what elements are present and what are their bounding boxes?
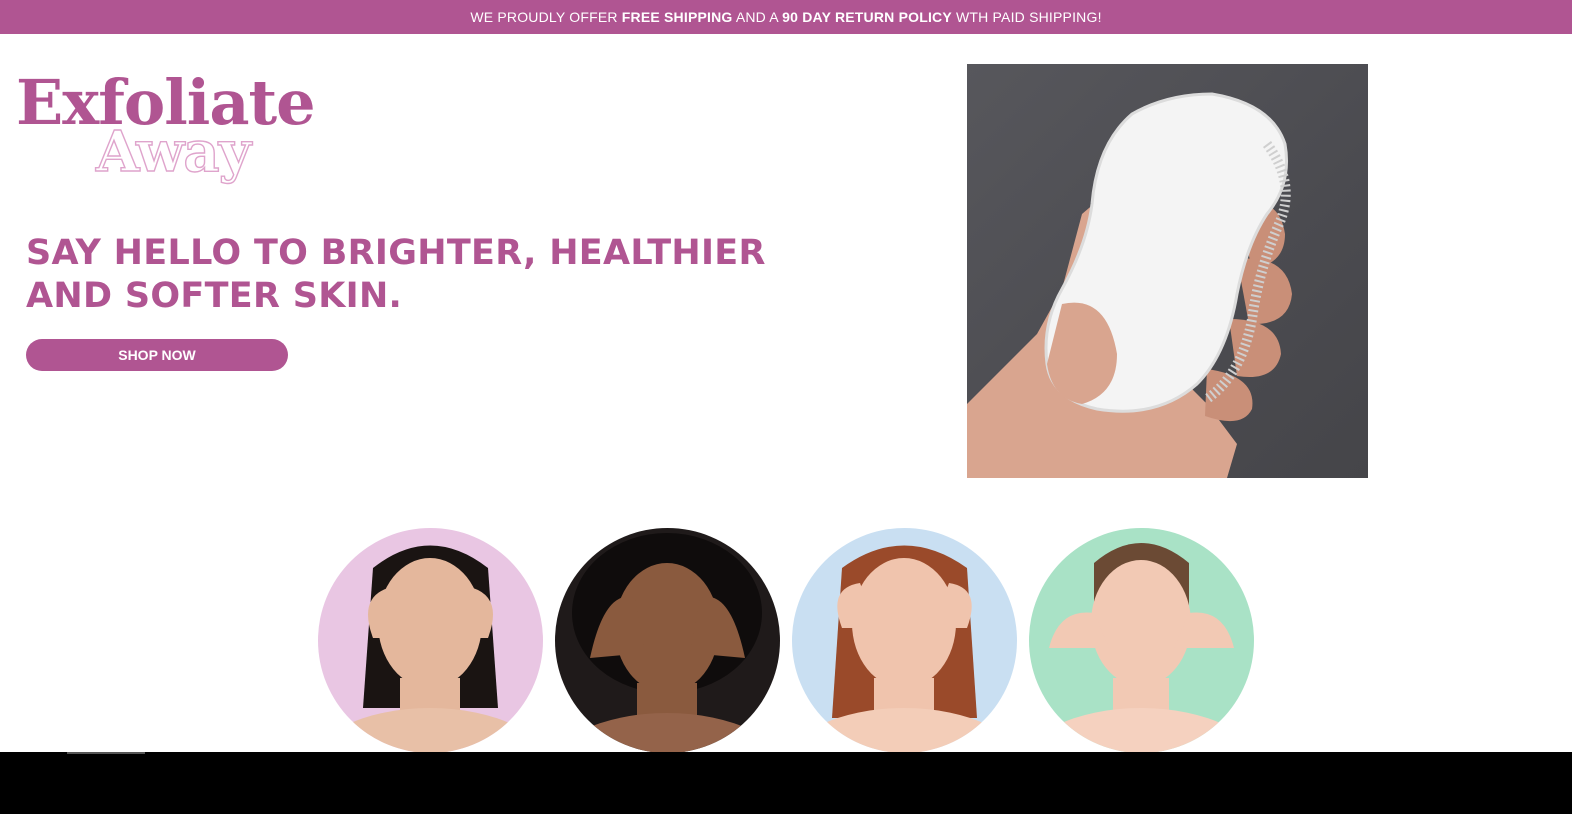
announcement-bar: WE PROUDLY OFFER FREE SHIPPING AND A 90 … bbox=[0, 0, 1572, 34]
bottom-dark-bar bbox=[0, 752, 1572, 814]
face-image-2 bbox=[555, 528, 780, 753]
announcement-return-policy: 90 DAY RETURN POLICY bbox=[782, 9, 952, 25]
face-image-1 bbox=[318, 528, 543, 753]
site-logo[interactable]: Exfoliate Away bbox=[16, 72, 346, 192]
announcement-text-3: WTH PAID SHIPPING! bbox=[951, 9, 1102, 25]
hand-holding-sponge-illustration bbox=[967, 92, 1292, 478]
face-image-3 bbox=[792, 528, 1017, 753]
shop-now-button[interactable]: SHOP NOW bbox=[26, 339, 288, 371]
faces-gallery bbox=[318, 528, 1258, 753]
scroll-thumb[interactable] bbox=[67, 752, 145, 754]
announcement-free-shipping: FREE SHIPPING bbox=[621, 9, 733, 25]
hero-headline: SAY HELLO TO BRIGHTER, HEALTHIER AND SOF… bbox=[26, 233, 766, 316]
logo-word-away: Away bbox=[95, 119, 252, 185]
announcement-text-2: AND A bbox=[732, 9, 783, 25]
announcement-text-1: WE PROUDLY OFFER bbox=[470, 9, 622, 25]
face-image-4 bbox=[1029, 528, 1254, 753]
hero-product-image bbox=[967, 64, 1368, 478]
